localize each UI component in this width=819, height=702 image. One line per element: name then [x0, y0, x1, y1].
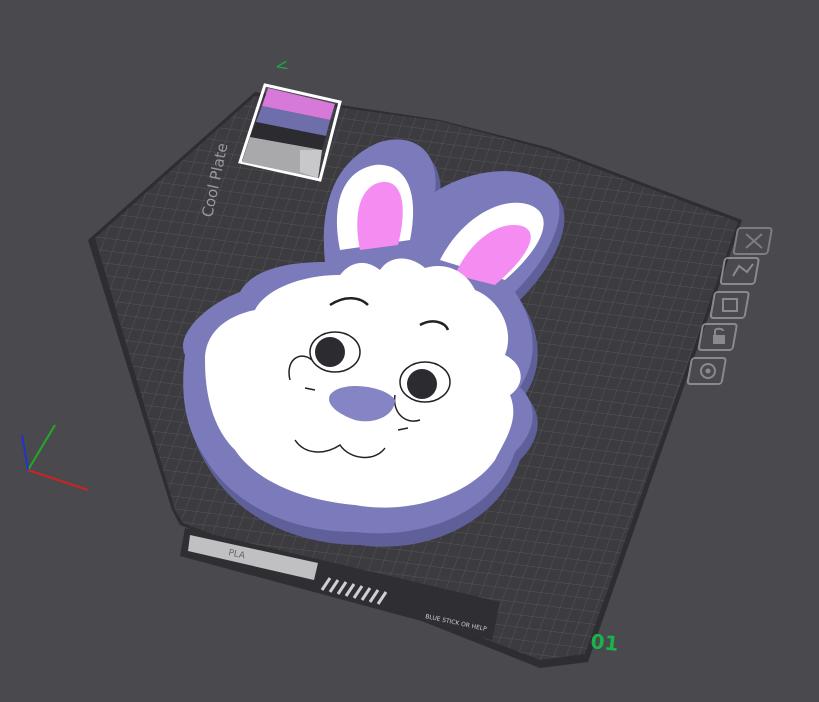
- axis-gizmo: [21, 424, 89, 491]
- z-axis: [21, 434, 29, 471]
- y-axis: [27, 424, 56, 471]
- settings-icon[interactable]: [686, 357, 727, 385]
- scene-svg: PLA BLUE STICK OR HELP Cool Plate < 01: [21, 55, 773, 668]
- wipe-tower-label: <: [273, 55, 290, 76]
- plate-number: 01: [589, 629, 619, 656]
- orient-icon[interactable]: [709, 291, 750, 319]
- close-icon[interactable]: [732, 227, 773, 255]
- left-pupil: [315, 337, 345, 367]
- 3d-viewport[interactable]: PLA BLUE STICK OR HELP Cool Plate < 01: [0, 0, 819, 702]
- x-axis: [27, 469, 89, 491]
- right-pupil: [407, 369, 437, 399]
